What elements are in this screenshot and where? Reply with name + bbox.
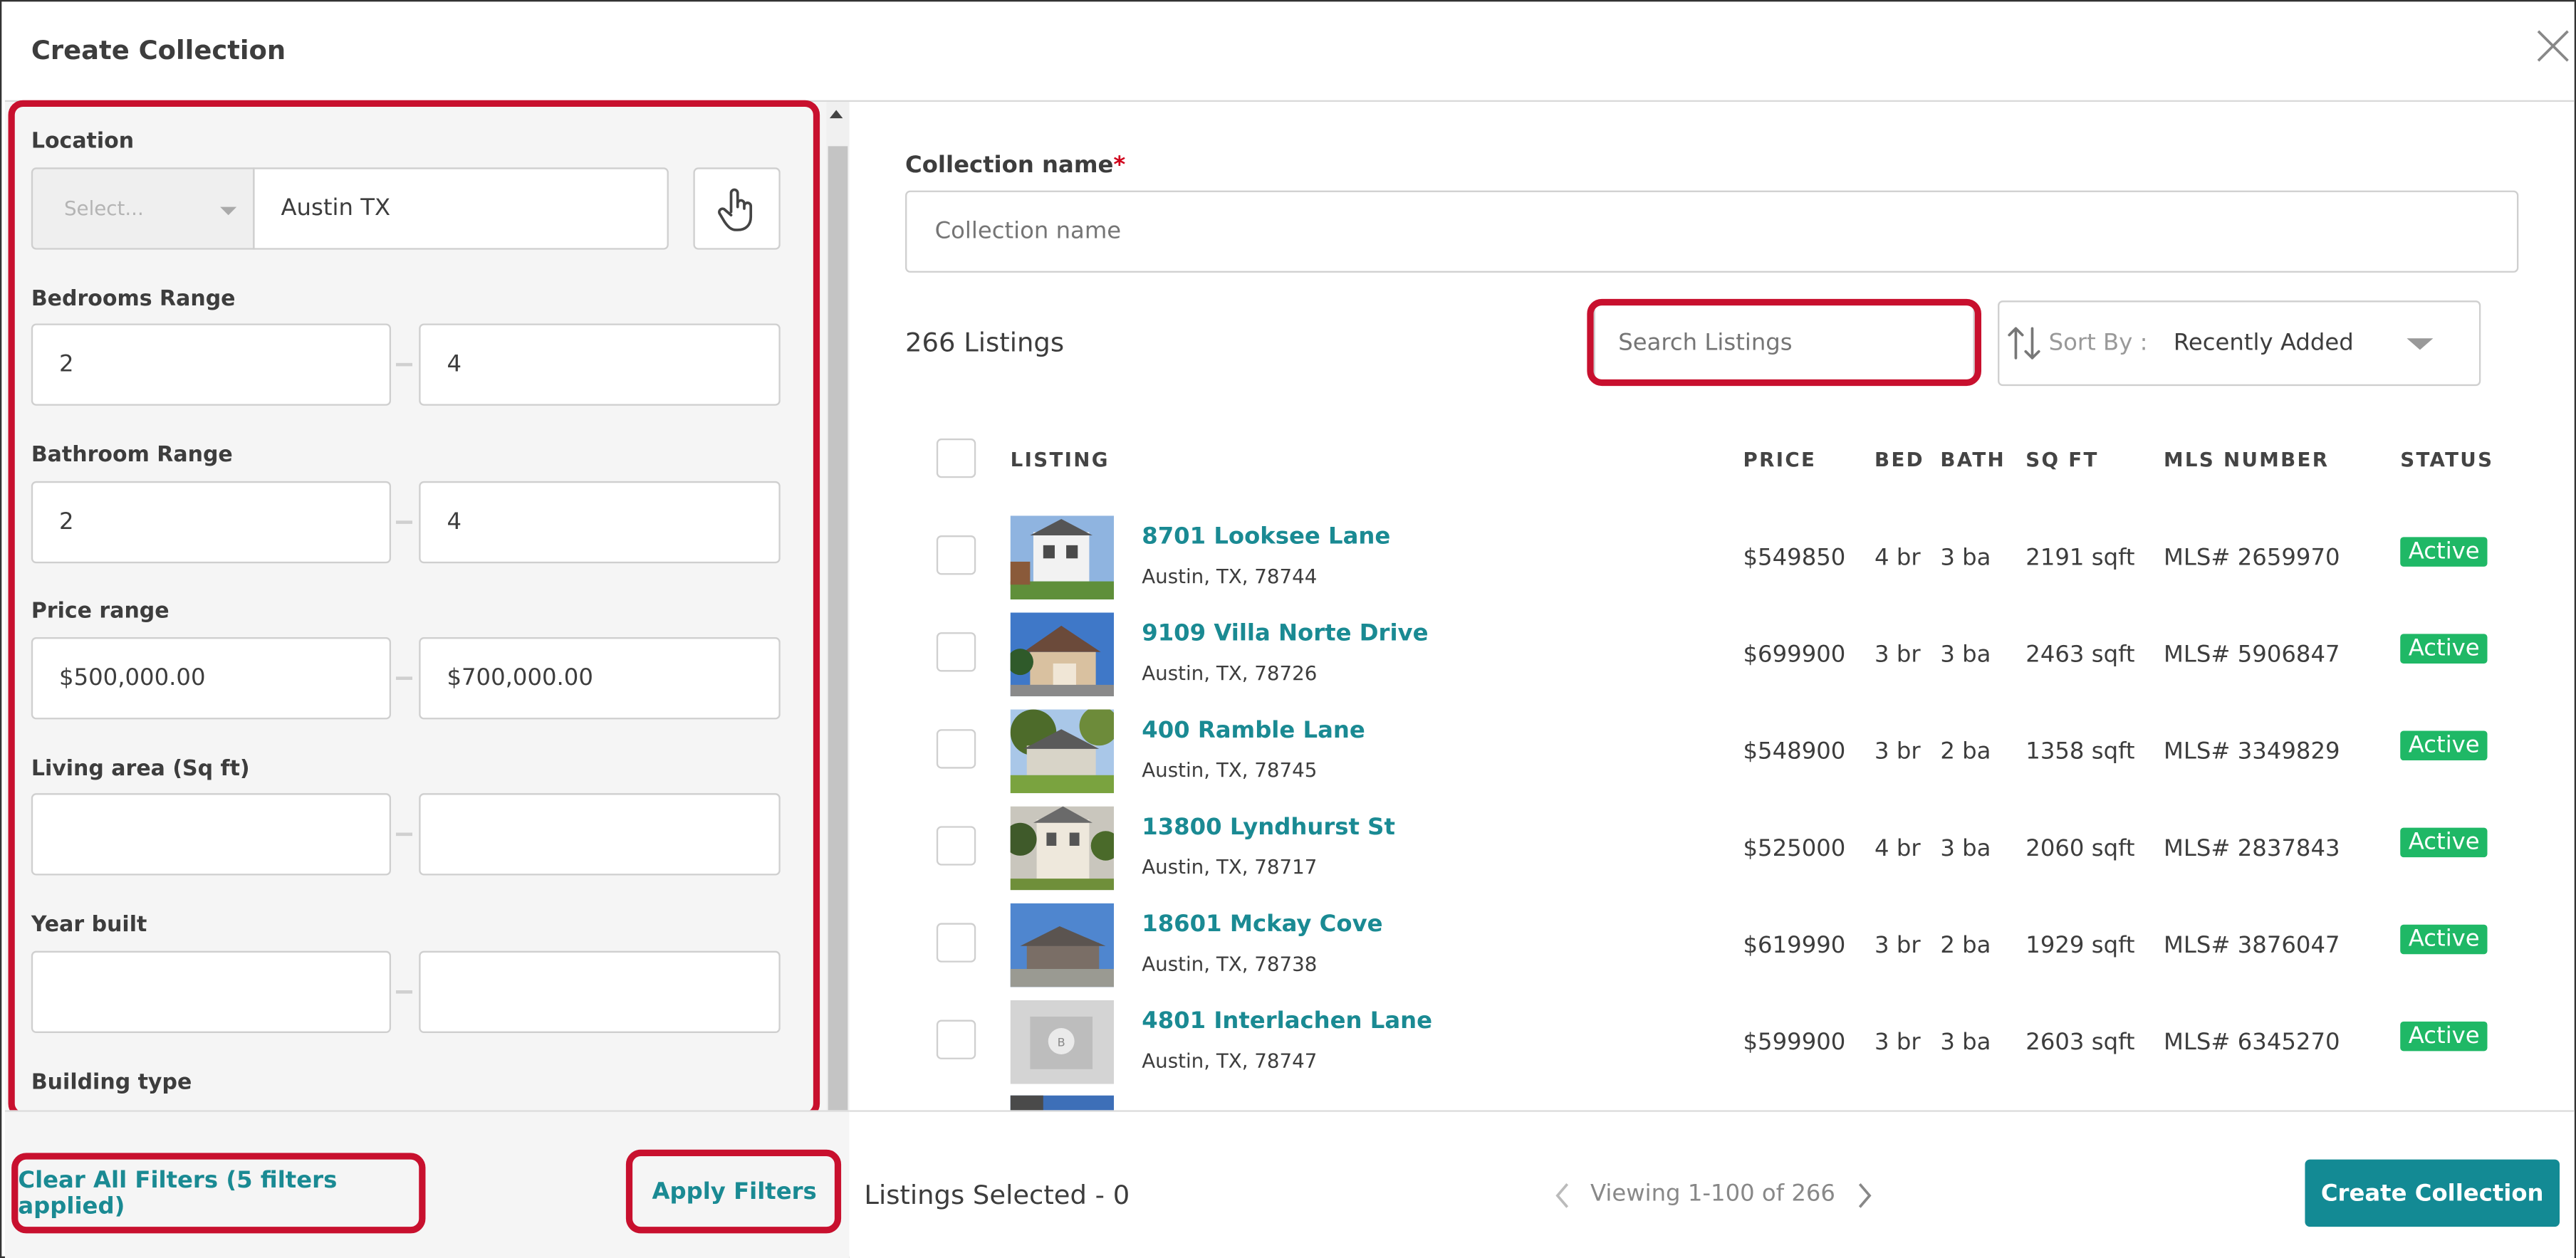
- select-all-checkbox[interactable]: [936, 438, 976, 478]
- listing-address-link[interactable]: 8701 Looksee Lane: [1142, 524, 1390, 550]
- listing-sqft: 1929 sqft: [2025, 933, 2135, 960]
- listing-price: $599900: [1743, 1029, 1846, 1057]
- listing-address-link[interactable]: 13800 Lyndhurst St: [1142, 814, 1395, 841]
- listing-bed: 3 br: [1874, 739, 1921, 765]
- status-badge: Active: [2400, 634, 2488, 664]
- status-badge: Active: [2400, 827, 2488, 858]
- column-header-sqft: SQ FT: [2025, 448, 2099, 472]
- row-checkbox[interactable]: [936, 1019, 976, 1059]
- column-header-price: PRICE: [1743, 448, 1817, 472]
- listing-bath: 3 ba: [1940, 1029, 1991, 1057]
- listing-mls: MLS# 5906847: [2164, 641, 2340, 669]
- sort-arrows-icon: [2008, 327, 2040, 360]
- sort-value: Recently Added: [2173, 330, 2354, 357]
- listing-thumbnail: B: [1010, 1000, 1115, 1084]
- filters-highlight: [8, 100, 820, 1118]
- listing-address-link[interactable]: 4801 Interlachen Lane: [1142, 1008, 1432, 1034]
- listing-bath: 3 ba: [1940, 545, 1991, 572]
- listing-bed: 3 br: [1874, 1029, 1921, 1057]
- svg-text:B: B: [1058, 1035, 1065, 1049]
- listing-city: Austin, TX, 78745: [1142, 758, 1318, 782]
- pagination-text: Viewing 1-100 of 266: [1590, 1180, 1835, 1207]
- dialog-title: Create Collection: [31, 34, 286, 66]
- listing-price: $549850: [1743, 545, 1846, 572]
- listing-bath: 2 ba: [1940, 739, 1991, 765]
- listing-mls: MLS# 3876047: [2164, 933, 2340, 960]
- listing-price: $619990: [1743, 933, 1846, 960]
- row-checkbox[interactable]: [936, 729, 976, 769]
- row-checkbox[interactable]: [936, 923, 976, 963]
- column-header-bath: BATH: [1940, 448, 2006, 472]
- column-header-status: STATUS: [2400, 448, 2494, 472]
- listing-bed: 4 br: [1874, 545, 1921, 572]
- status-badge: Active: [2400, 1021, 2488, 1052]
- column-header-listing: LISTING: [1010, 448, 1110, 472]
- listing-city: Austin, TX, 78717: [1142, 855, 1318, 879]
- listing-sqft: 2463 sqft: [2025, 641, 2135, 669]
- listing-mls: MLS# 6345270: [2164, 1029, 2340, 1057]
- create-collection-dialog: Create Collection Location Select... Aus…: [0, 0, 2576, 1258]
- column-header-mls: MLS NUMBER: [2164, 448, 2330, 472]
- row-checkbox[interactable]: [936, 826, 976, 866]
- listings-selected-count: Listings Selected - 0: [864, 1179, 1130, 1211]
- chevron-down-icon: [2406, 338, 2434, 350]
- close-icon[interactable]: [2532, 25, 2575, 68]
- row-checkbox[interactable]: [936, 535, 976, 575]
- status-badge: Active: [2400, 730, 2488, 761]
- collection-name-input[interactable]: [905, 190, 2519, 273]
- listing-thumbnail: [1003, 806, 1121, 891]
- listing-mls: MLS# 3349829: [2164, 739, 2340, 765]
- row-checkbox[interactable]: [936, 632, 976, 672]
- prev-page-icon[interactable]: [1553, 1181, 1573, 1211]
- sort-dropdown[interactable]: Sort By : Recently Added: [1998, 300, 2481, 387]
- next-page-icon[interactable]: [1855, 1181, 1874, 1211]
- listing-price: $525000: [1743, 836, 1846, 863]
- scroll-up-arrow-icon[interactable]: [829, 110, 843, 119]
- listing-thumbnail: [1010, 903, 1115, 987]
- column-header-bed: BED: [1874, 448, 1924, 472]
- filters-scrollbar-thumb[interactable]: [828, 146, 848, 1111]
- listing-sqft: 2191 sqft: [2025, 545, 2135, 572]
- listing-address-link[interactable]: 400 Ramble Lane: [1142, 718, 1365, 744]
- listing-mls: MLS# 2659970: [2164, 545, 2340, 572]
- create-collection-button[interactable]: Create Collection: [2305, 1159, 2560, 1227]
- search-highlight: [1587, 298, 1982, 387]
- listing-price: $548900: [1743, 739, 1846, 765]
- listing-city: Austin, TX, 78747: [1142, 1049, 1318, 1073]
- listing-bed: 4 br: [1874, 836, 1921, 863]
- listing-bath: 2 ba: [1940, 933, 1991, 960]
- listing-price: $699900: [1743, 641, 1846, 669]
- listing-bath: 3 ba: [1940, 641, 1991, 669]
- listing-bed: 3 br: [1874, 933, 1921, 960]
- listing-thumbnail: [1010, 706, 1119, 794]
- listing-sqft: 2060 sqft: [2025, 836, 2135, 863]
- listing-mls: MLS# 2837843: [2164, 836, 2340, 863]
- listing-bath: 3 ba: [1940, 836, 1991, 863]
- status-badge: Active: [2400, 924, 2488, 955]
- listing-thumbnail: [1010, 515, 1115, 599]
- listing-thumbnail: [1007, 612, 1115, 697]
- status-badge: Active: [2400, 537, 2488, 567]
- listing-city: Austin, TX, 78744: [1142, 565, 1318, 588]
- listing-city: Austin, TX, 78738: [1142, 952, 1318, 976]
- listing-thumbnail: [1010, 1095, 1115, 1112]
- listing-city: Austin, TX, 78726: [1142, 661, 1318, 685]
- listing-address-link[interactable]: 18601 Mckay Cove: [1142, 911, 1382, 938]
- clear-filters-highlight: [11, 1153, 426, 1234]
- listing-bed: 3 br: [1874, 641, 1921, 669]
- apply-filters-highlight: [625, 1149, 842, 1234]
- listing-address-link[interactable]: 9109 Villa Norte Drive: [1142, 621, 1428, 647]
- listing-sqft: 2603 sqft: [2025, 1029, 2135, 1057]
- listings-count: 266 Listings: [905, 327, 1065, 358]
- listing-sqft: 1358 sqft: [2025, 739, 2135, 765]
- collection-name-label: Collection name*: [905, 152, 1126, 179]
- sort-label: Sort By :: [2048, 330, 2148, 357]
